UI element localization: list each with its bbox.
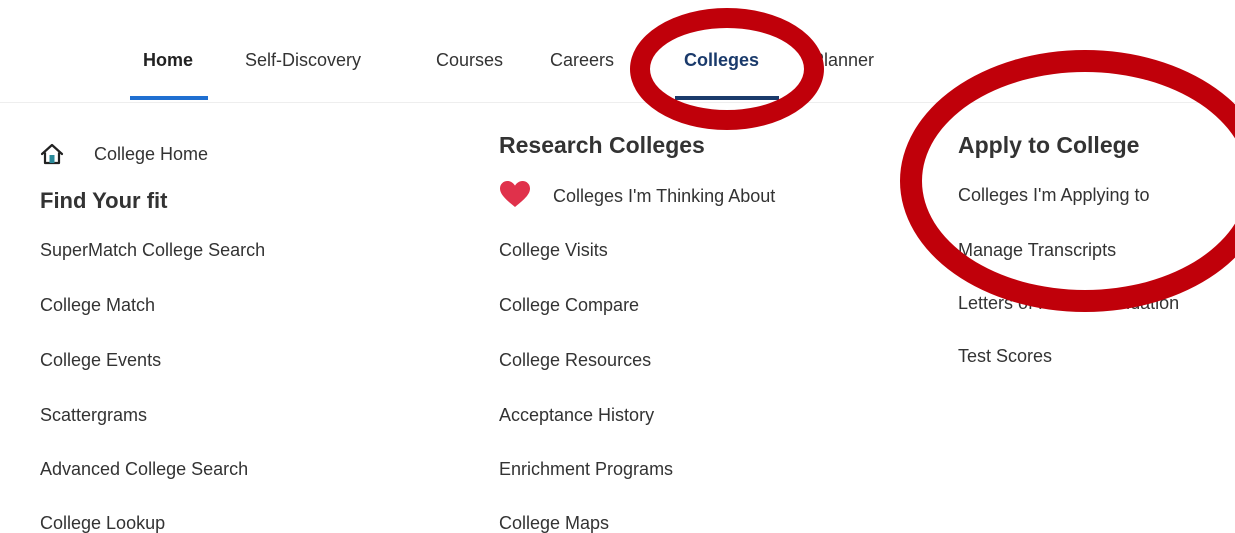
apply-to-college-heading: Apply to College — [958, 132, 1140, 158]
link-acceptance-history[interactable]: Acceptance History — [499, 405, 654, 426]
tab-colleges[interactable]: Colleges — [684, 50, 759, 71]
link-colleges-thinking-about[interactable]: Colleges I'm Thinking About — [553, 186, 775, 207]
link-college-match[interactable]: College Match — [40, 295, 155, 316]
link-scattergrams[interactable]: Scattergrams — [40, 405, 147, 426]
link-college-lookup[interactable]: College Lookup — [40, 513, 165, 533]
link-colleges-applying-to[interactable]: Colleges I'm Applying to — [958, 185, 1150, 206]
tab-home[interactable]: Home — [143, 50, 193, 71]
link-college-maps[interactable]: College Maps — [499, 513, 609, 533]
find-your-fit-heading: Find Your fit — [40, 188, 168, 213]
link-college-visits[interactable]: College Visits — [499, 240, 608, 261]
link-college-compare[interactable]: College Compare — [499, 295, 639, 316]
top-navigation: Home Self-Discovery Courses Careers Coll… — [0, 0, 1235, 103]
heart-icon — [499, 180, 531, 208]
research-colleges-heading: Research Colleges — [499, 132, 705, 158]
tab-careers[interactable]: Careers — [550, 50, 614, 71]
link-advanced-college-search[interactable]: Advanced College Search — [40, 459, 248, 480]
tab-self-discovery[interactable]: Self-Discovery — [245, 50, 361, 71]
link-enrichment-programs[interactable]: Enrichment Programs — [499, 459, 673, 480]
link-letters-of-recommendation[interactable]: Letters of Recommendation — [958, 293, 1179, 314]
house-icon — [40, 143, 64, 165]
link-manage-transcripts[interactable]: Manage Transcripts — [958, 240, 1116, 261]
colleges-tab-indicator — [675, 96, 779, 100]
college-home-link[interactable]: College Home — [94, 144, 208, 165]
link-test-scores[interactable]: Test Scores — [958, 346, 1052, 367]
home-tab-indicator — [130, 96, 208, 100]
link-supermatch-college-search[interactable]: SuperMatch College Search — [40, 240, 265, 261]
link-college-resources[interactable]: College Resources — [499, 350, 651, 371]
tab-courses[interactable]: Courses — [436, 50, 503, 71]
tab-planner[interactable]: Planner — [812, 50, 874, 71]
page: Home Self-Discovery Courses Careers Coll… — [0, 0, 1235, 533]
link-college-events[interactable]: College Events — [40, 350, 161, 371]
